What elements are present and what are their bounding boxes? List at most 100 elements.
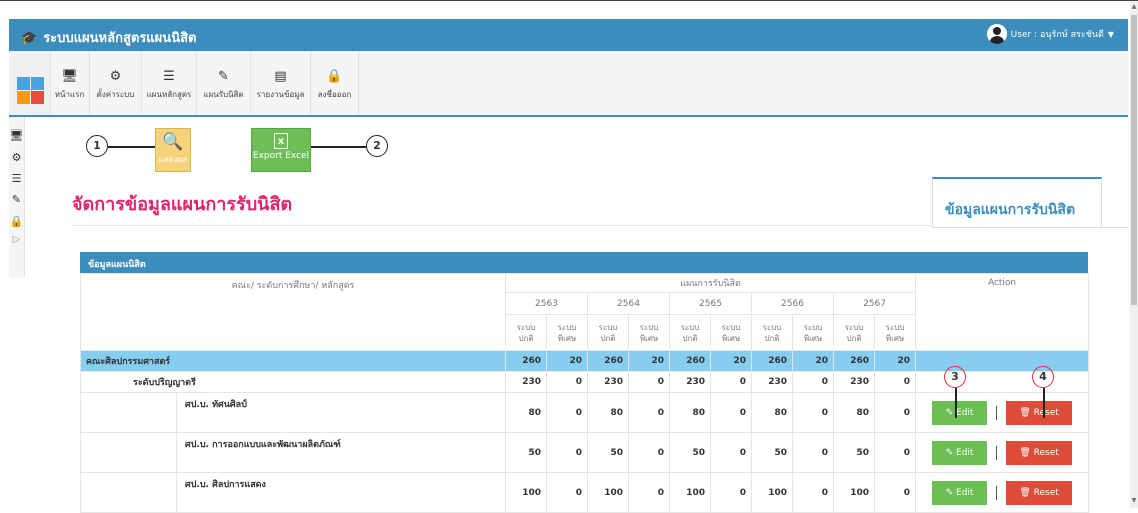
plan-value: 0 (710, 392, 752, 433)
action-cell: ✎ Edit 🗑 Reset (915, 432, 1090, 473)
plan-value: 80 (587, 392, 629, 433)
tab-admission-info[interactable]: ข้อมูลแผนการรับนิสิต (932, 177, 1102, 228)
separator (996, 445, 998, 460)
system-header: ระบบ พิเศษ (873, 314, 917, 351)
show-label: แสดงผล (158, 155, 188, 164)
collapse-icon[interactable]: ▷ (9, 234, 24, 245)
plan-value: 0 (792, 392, 834, 433)
system-header: ระบบ ปกติ (751, 314, 793, 351)
plan-value: 50 (751, 432, 793, 473)
plan-value: 260 (833, 350, 875, 372)
reset-button[interactable]: 🗑 Reset (1006, 440, 1073, 465)
plan-value: 80 (505, 392, 547, 433)
system-header: ระบบ ปกติ (587, 314, 629, 351)
panel-header: ข้อมูลแผนนิสิต (80, 252, 1088, 273)
scroll-down-icon[interactable]: ▼ (1130, 497, 1138, 504)
system-header: ระบบ ปกติ (505, 314, 547, 351)
system-header: ระบบ พิเศษ (792, 314, 834, 351)
callout-line (955, 388, 957, 418)
system-header: ระบบ พิเศษ (628, 314, 670, 351)
plan-value: 20 (792, 350, 834, 372)
menu-label: รายงานข้อมูล (256, 90, 305, 99)
plan-value: 20 (546, 350, 588, 372)
page-scrollbar[interactable]: ▲ ▼ (1130, 1, 1138, 508)
menu-home[interactable]: 🖥 หน้าแรก (50, 51, 90, 115)
gears-icon: ⚙ (109, 69, 122, 84)
reset-button[interactable]: 🗑 Reset (1006, 400, 1073, 425)
plan-value: 50 (669, 432, 711, 473)
callout-line (1043, 388, 1045, 418)
plan-value: 0 (546, 392, 588, 433)
apps-tiles-icon[interactable] (9, 51, 51, 115)
app-title: ระบบแผนหลักสูตรแผนนิสิต (43, 30, 197, 45)
plan-value: 260 (587, 350, 629, 372)
brand[interactable]: 🎓 ระบบแผนหลักสูตรแผนนิสิต (21, 27, 196, 48)
callout-4: 4 (1032, 366, 1054, 388)
plan-value: 0 (546, 432, 588, 473)
search-icon: 🔍 (162, 132, 184, 152)
callout-line (311, 146, 366, 148)
year-header: 2564 (587, 292, 670, 315)
plan-value: 20 (873, 350, 917, 372)
excel-file-icon: x (274, 133, 288, 149)
menu-curriculum[interactable]: ☰ แผนหลักสูตร (142, 51, 197, 115)
action-cell: ✎ Edit 🗑 Reset (915, 392, 1090, 433)
graduation-cap-icon: 🎓 (21, 29, 38, 45)
menu-admission-plan[interactable]: ✎ แผนรับนิสิต (197, 51, 251, 115)
edit-button[interactable]: ✎ Edit (932, 400, 988, 425)
list-icon[interactable]: ☰ (9, 172, 24, 185)
program-name: ศป.บ. ทัศนศิลป์ (185, 400, 247, 410)
col-header-plan: แผนการรับนิสิต (504, 273, 917, 293)
callout-1: 1 (86, 135, 108, 157)
show-button[interactable]: 🔍 แสดงผล (155, 128, 191, 172)
export-excel-button[interactable]: x Export Excel (251, 128, 311, 172)
plan-value: 230 (751, 371, 793, 393)
scroll-thumb[interactable] (1131, 15, 1137, 305)
gears-icon[interactable]: ⚙ (9, 151, 24, 164)
program-name: ศป.บ. การออกแบบและพัฒนาผลิตภัณฑ์ (185, 440, 341, 450)
program-row: ศป.บ. การออกแบบและพัฒนาผลิตภัณฑ์ 50 0 50 0 5… (80, 432, 1090, 473)
menu-report[interactable]: ▤ รายงานข้อมูล (251, 51, 311, 115)
edit-button[interactable]: ✎ Edit (932, 480, 988, 505)
plan-value: 0 (792, 371, 834, 393)
menu-settings[interactable]: ⚙ ตั้งค่าระบบ (90, 51, 142, 115)
plan-value: 0 (628, 392, 670, 433)
program-name: ศป.บ. ศิลปการแสดง (185, 480, 266, 490)
monitor-icon: 🖥 (61, 69, 78, 84)
plan-value: 0 (710, 432, 752, 473)
plan-value: 0 (873, 432, 917, 473)
plan-value: 50 (587, 432, 629, 473)
program-row: ศป.บ. ทัศนศิลป์ 80 0 80 0 80 0 80 0 80 0 ✎ Edit 🗑 R… (80, 392, 1090, 433)
degree-row: ระดับปริญญาตรี 230 0 230 0 230 0 230 0 230 0 (80, 371, 1090, 393)
plan-value: 0 (710, 371, 752, 393)
plan-value: 0 (628, 371, 670, 393)
menu-label: แผนหลักสูตร (146, 90, 192, 99)
edit-icon[interactable]: ✎ (9, 193, 24, 206)
page-title: จัดการข้อมูลแผนการรับนิสิต (72, 194, 293, 214)
col-header-action: Action (915, 273, 1090, 351)
tile (17, 91, 30, 104)
action-cell (915, 350, 1090, 372)
user-label: User : อนุรักษ์ สระชันดี (1010, 30, 1104, 40)
divider (72, 225, 932, 226)
caret-down-icon: ▼ (1107, 29, 1114, 39)
report-icon: ▤ (274, 69, 287, 84)
reset-button[interactable]: 🗑 Reset (1006, 480, 1073, 505)
plan-value: 260 (505, 350, 547, 372)
lock-icon[interactable]: 🔒 (9, 215, 24, 228)
faculty-name: คณะศิลปกรรมศาสตร์ (80, 350, 506, 372)
lock-icon: 🔒 (326, 69, 343, 84)
menu-label: แผนรับนิสิต (203, 90, 244, 99)
edit-button[interactable]: ✎ Edit (932, 440, 988, 465)
user-menu[interactable]: User : อนุรักษ์ สระชันดี ▼ (986, 24, 1114, 44)
monitor-icon[interactable]: 🖥 (9, 129, 24, 142)
plan-value: 260 (751, 350, 793, 372)
plan-value: 260 (669, 350, 711, 372)
year-header: 2565 (669, 292, 752, 315)
list-icon: ☰ (163, 69, 175, 84)
callout-3: 3 (944, 366, 966, 388)
menu-label: หน้าแรก (54, 90, 85, 99)
menu-logout[interactable]: 🔒 ลงชื่อออก (311, 51, 359, 115)
scroll-up-icon[interactable]: ▲ (1130, 3, 1138, 10)
system-header: ระบบ พิเศษ (710, 314, 752, 351)
